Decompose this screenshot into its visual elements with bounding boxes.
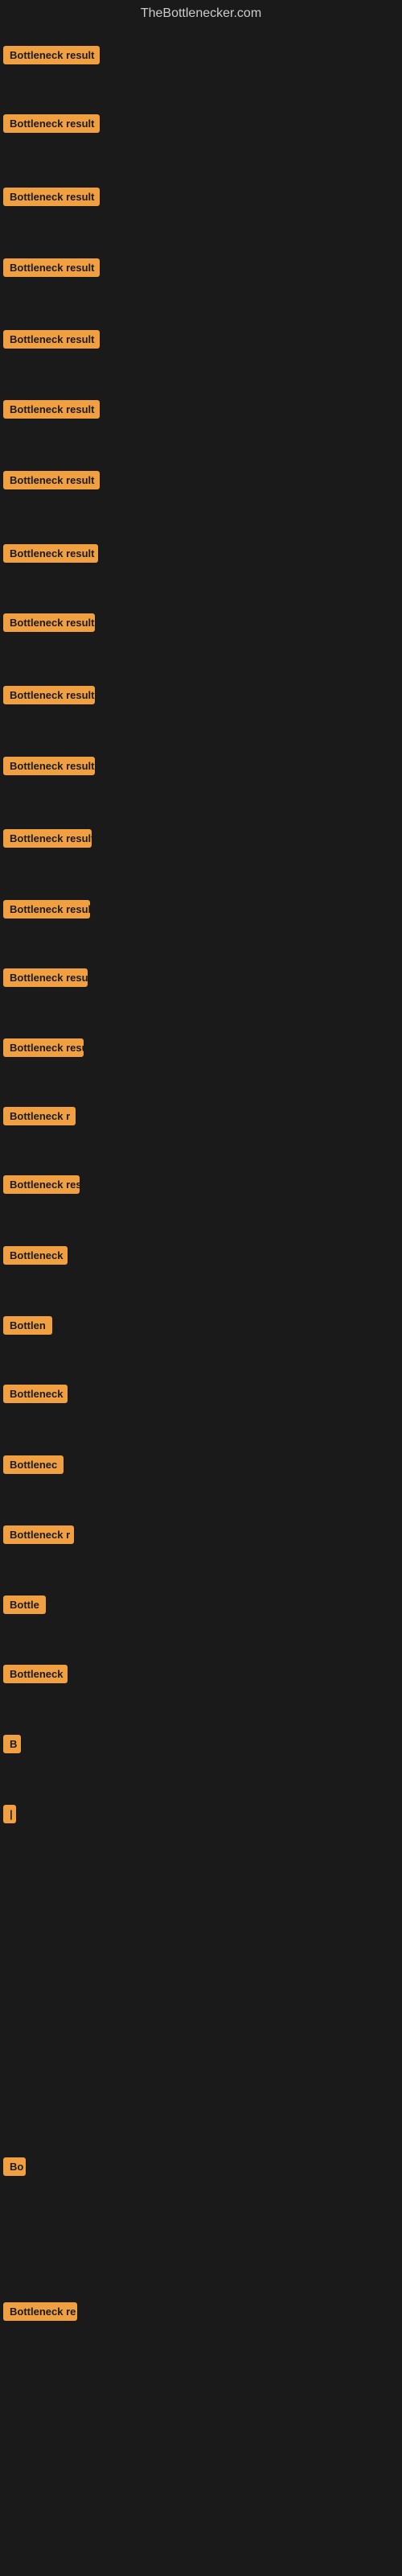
bottleneck-item-19: Bottlen: [0, 1316, 402, 1339]
bottleneck-badge-17[interactable]: Bottleneck resu: [3, 1175, 80, 1194]
bottleneck-item-14: Bottleneck result: [0, 968, 402, 991]
bottleneck-item-7: Bottleneck result: [0, 471, 402, 493]
bottleneck-badge-15[interactable]: Bottleneck resul: [3, 1038, 84, 1057]
bottleneck-badge-1[interactable]: Bottleneck result: [3, 46, 100, 64]
bottleneck-badge-19[interactable]: Bottlen: [3, 1316, 52, 1335]
bottleneck-item-28: Bottleneck re: [0, 2302, 402, 2325]
bottleneck-badge-4[interactable]: Bottleneck result: [3, 258, 100, 277]
bottleneck-item-24: Bottleneck: [0, 1665, 402, 1687]
bottleneck-item-4: Bottleneck result: [0, 258, 402, 281]
bottleneck-badge-26[interactable]: |: [3, 1805, 16, 1823]
bottleneck-badge-3[interactable]: Bottleneck result: [3, 188, 100, 206]
bottleneck-item-12: Bottleneck result: [0, 829, 402, 852]
bottleneck-badge-13[interactable]: Bottleneck result: [3, 900, 90, 919]
bottleneck-badge-12[interactable]: Bottleneck result: [3, 829, 92, 848]
bottleneck-badge-9[interactable]: Bottleneck result: [3, 613, 95, 632]
bottleneck-item-2: Bottleneck result: [0, 114, 402, 137]
bottleneck-item-16: Bottleneck r: [0, 1107, 402, 1129]
site-title-text: TheBottlenecker.com: [141, 6, 261, 20]
bottleneck-item-13: Bottleneck result: [0, 900, 402, 923]
bottleneck-item-8: Bottleneck result: [0, 544, 402, 567]
bottleneck-item-17: Bottleneck resu: [0, 1175, 402, 1198]
bottleneck-badge-27[interactable]: Bo: [3, 2157, 26, 2176]
bottleneck-badge-18[interactable]: Bottleneck: [3, 1246, 68, 1265]
bottleneck-item-15: Bottleneck resul: [0, 1038, 402, 1061]
bottleneck-badge-25[interactable]: B: [3, 1735, 21, 1753]
bottleneck-item-20: Bottleneck: [0, 1385, 402, 1407]
bottleneck-badge-2[interactable]: Bottleneck result: [3, 114, 100, 133]
bottleneck-badge-20[interactable]: Bottleneck: [3, 1385, 68, 1403]
bottleneck-badge-11[interactable]: Bottleneck result: [3, 757, 95, 775]
bottleneck-item-18: Bottleneck: [0, 1246, 402, 1269]
bottleneck-item-10: Bottleneck result: [0, 686, 402, 708]
site-title: TheBottlenecker.com: [0, 0, 402, 31]
bottleneck-badge-23[interactable]: Bottle: [3, 1596, 46, 1614]
bottleneck-item-21: Bottlenec: [0, 1455, 402, 1478]
bottleneck-badge-24[interactable]: Bottleneck: [3, 1665, 68, 1683]
bottleneck-badge-6[interactable]: Bottleneck result: [3, 400, 100, 419]
bottleneck-item-11: Bottleneck result: [0, 757, 402, 779]
bottleneck-item-6: Bottleneck result: [0, 400, 402, 423]
bottleneck-item-27: Bo: [0, 2157, 402, 2180]
bottleneck-item-5: Bottleneck result: [0, 330, 402, 353]
bottleneck-item-23: Bottle: [0, 1596, 402, 1618]
bottleneck-badge-14[interactable]: Bottleneck result: [3, 968, 88, 987]
bottleneck-badge-7[interactable]: Bottleneck result: [3, 471, 100, 489]
bottleneck-item-22: Bottleneck r: [0, 1525, 402, 1548]
bottleneck-item-3: Bottleneck result: [0, 188, 402, 210]
bottleneck-badge-5[interactable]: Bottleneck result: [3, 330, 100, 349]
bottleneck-badge-10[interactable]: Bottleneck result: [3, 686, 95, 704]
bottleneck-item-9: Bottleneck result: [0, 613, 402, 636]
bottleneck-item-26: |: [0, 1805, 402, 1827]
bottleneck-badge-28[interactable]: Bottleneck re: [3, 2302, 77, 2321]
bottleneck-badge-22[interactable]: Bottleneck r: [3, 1525, 74, 1544]
bottleneck-badge-16[interactable]: Bottleneck r: [3, 1107, 76, 1125]
bottleneck-badge-21[interactable]: Bottlenec: [3, 1455, 64, 1474]
bottleneck-item-1: Bottleneck result: [0, 46, 402, 68]
page-wrapper: TheBottlenecker.com Bottleneck result Bot…: [0, 0, 402, 2576]
bottleneck-item-25: B: [0, 1735, 402, 1757]
bottleneck-badge-8[interactable]: Bottleneck result: [3, 544, 98, 563]
